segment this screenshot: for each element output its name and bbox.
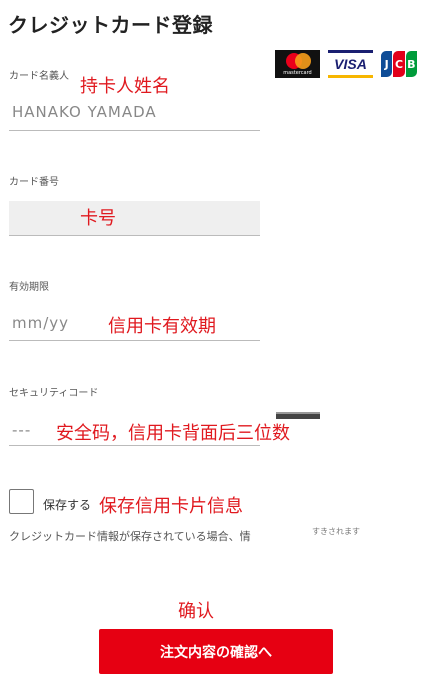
save-card-label: 保存する bbox=[43, 498, 92, 512]
expiry-label: 有効期限 bbox=[9, 282, 49, 293]
jcb-logo: J C B bbox=[381, 50, 417, 78]
confirm-annotation: 确认 bbox=[178, 601, 214, 622]
card-number-annotation: 卡号 bbox=[80, 208, 116, 229]
cvc-placeholder: --- bbox=[12, 421, 32, 439]
visa-logo: VISA bbox=[328, 50, 373, 78]
card-brand-logos: mastercard VISA J C B bbox=[275, 50, 417, 78]
save-note-text: クレジットカード情報が保存されている場合、情 bbox=[9, 530, 251, 543]
expiry-placeholder: mm/yy bbox=[12, 314, 70, 332]
save-card-annotation: 保存信用卡片信息 bbox=[99, 496, 243, 517]
card-holder-annotation: 持卡人姓名 bbox=[80, 76, 170, 97]
cvc-annotation: 安全码，信用卡背面后三位数 bbox=[56, 423, 290, 444]
redaction-bar bbox=[276, 412, 320, 419]
card-number-input[interactable] bbox=[9, 201, 260, 236]
mastercard-logo: mastercard bbox=[275, 50, 320, 78]
card-holder-placeholder: HANAKO YAMADA bbox=[12, 103, 157, 121]
save-note-tail: すきされます bbox=[312, 527, 360, 536]
card-number-label: カード番号 bbox=[9, 177, 59, 188]
card-holder-input[interactable]: HANAKO YAMADA bbox=[9, 99, 260, 131]
confirm-order-button[interactable]: 注文内容の確認へ bbox=[99, 629, 333, 674]
page-title: クレジットカード登録 bbox=[8, 13, 213, 37]
expiry-annotation: 信用卡有效期 bbox=[108, 316, 216, 337]
save-card-checkbox[interactable] bbox=[9, 489, 34, 514]
card-holder-label: カード名義人 bbox=[9, 71, 69, 82]
cvc-label: セキュリティコード bbox=[9, 388, 99, 399]
